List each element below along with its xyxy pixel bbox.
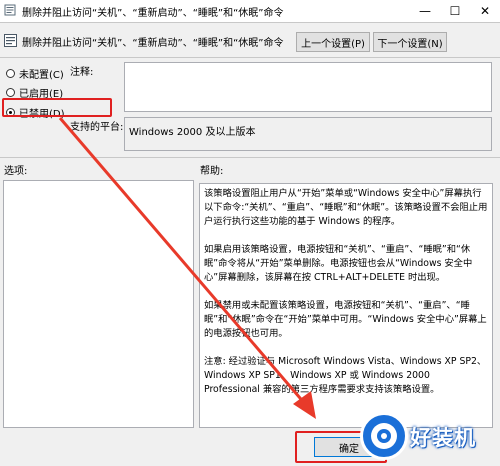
previous-setting-button[interactable]: 上一个设置(P) [296,32,370,52]
help-paragraph: 该策略设置阻止用户从“开始”菜单或“Windows 安全中心”屏幕执行以下命令:… [204,188,488,227]
radio-circle[interactable] [6,88,15,97]
title-separator [0,22,500,23]
supported-label: 支持的平台: [70,122,124,133]
section-separator [0,157,500,158]
radio-label: 未配置(C) [19,70,64,81]
title-bar: 删除并阻止访问“关机”、“重新启动”、“睡眠”和“休眠”命令 — ☐ ✕ [0,0,500,22]
comment-textarea[interactable] [124,62,492,112]
help-paragraph: 如果启用该策略设置，电源按钮和“关机”、“重启”、“睡眠”和“休眠”命令将从“开… [204,244,473,283]
help-pane: 该策略设置阻止用户从“开始”菜单或“Windows 安全中心”屏幕执行以下命令:… [199,183,493,428]
watermark-logo-icon [360,412,408,460]
policy-setting-icon [4,34,17,47]
radio-circle[interactable] [6,69,15,78]
supported-platforms-box: Windows 2000 及以上版本 [124,117,492,151]
supported-platforms-value: Windows 2000 及以上版本 [129,127,256,138]
window-title: 删除并阻止访问“关机”、“重新启动”、“睡眠”和“休眠”命令 [22,8,284,19]
policy-icon [4,4,16,16]
help-label: 帮助: [200,166,224,177]
help-paragraph: 如果禁用或未配置该策略设置，电源按钮和“关机”、“重启”、“睡眠”和“休眠”命令… [204,300,487,339]
next-setting-button[interactable]: 下一个设置(N) [373,32,447,52]
watermark: 好装机 [360,410,494,462]
watermark-text: 好装机 [410,426,476,450]
comment-label: 注释: [70,67,94,78]
policy-title: 删除并阻止访问“关机”、“重新启动”、“睡眠”和“休眠”命令 [22,38,284,49]
options-label: 选项: [4,166,28,177]
options-pane [3,180,194,428]
radio-not-configured[interactable]: 未配置(C) [6,66,64,81]
close-button[interactable]: ✕ [470,0,500,22]
minimize-button[interactable]: — [410,0,440,22]
maximize-button[interactable]: ☐ [440,0,470,22]
highlight-disabled-option [2,98,112,117]
header-separator [0,57,500,58]
help-paragraph: 注意: 经过验证与 Microsoft Windows Vista、Window… [204,356,487,395]
